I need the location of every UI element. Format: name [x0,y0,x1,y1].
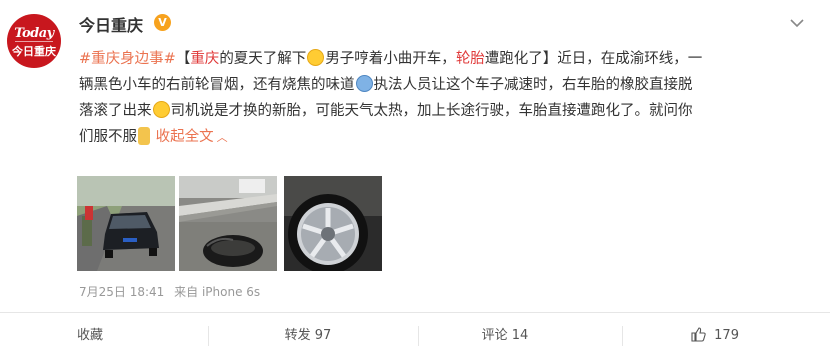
repost-button[interactable]: 转发 97 [243,313,373,360]
post-text-segment: 落滚了出来 [79,103,152,119]
post-text-segment: 遭跑化了】近日，在成渝环线，一 [484,51,703,67]
post-meta: 7月25日 18:41 来自 iPhone 6s [79,283,266,300]
comment-button[interactable]: 评论 14 [440,313,570,360]
divider [622,326,623,346]
post-text-line: 落滚了出来 司机说是才换的新胎，可能天气太热，加上长途行驶，车胎直接遭跑化了。就问… [79,98,799,124]
post-text-line: 辆黑色小车的右前轮冒烟，还有烧焦的味道 执法人员让这个车子减速时，右车胎的橡胶直接… [79,72,799,98]
chevron-up-icon[interactable]: ︿ [217,131,228,144]
post-source: 来自 iPhone 6s [174,285,261,299]
post-text-segment: 执法人员让这个车子减速时，右车胎的橡胶直接脱 [373,77,693,93]
avatar-logo-bottom: 今日重庆 [12,45,56,58]
avatar[interactable]: Today 今日重庆 [7,14,61,68]
divider [418,326,419,346]
chevron-down-icon[interactable] [786,12,808,34]
thumbs-up-icon [691,327,706,342]
like-count: 179 [714,328,739,343]
photo-wheel-rim-closeup[interactable] [284,176,382,271]
photo-tire-rubber-on-road[interactable] [179,176,277,271]
avatar-logo-top: Today [14,26,54,41]
post-text-segment: 辆黑色小车的右前轮冒烟，还有烧焦的味道 [79,77,355,93]
post-text-line: 们服不服 收起全文 ︿ [79,124,799,150]
photo-black-car-highway[interactable] [77,176,175,271]
thumb-emoji [138,127,150,145]
hashtag-link[interactable]: #重庆身边事# [79,51,176,67]
post-text: #重庆身边事#【重庆的夏天了解下 男子哼着小曲开车，轮胎遭跑化了】近日，在成渝环线… [79,46,799,150]
keyword-link[interactable]: 轮胎 [456,51,485,67]
post-text-line: #重庆身边事#【重庆的夏天了解下 男子哼着小曲开车，轮胎遭跑化了】近日，在成渝环线… [79,46,799,72]
author-name[interactable]: 今日重庆 [79,12,143,36]
post-timestamp[interactable]: 7月25日 18:41 [79,285,164,299]
action-bar: 收藏 转发 97 评论 14 179 [0,312,830,360]
weibo-post-card: Today 今日重庆 今日重庆 V #重庆身边事#【重庆的夏天了解下 男子哼着小曲… [0,0,830,360]
comment-label: 评论 14 [481,328,529,343]
laugh-emoji [152,101,170,118]
post-text-segment: 男子哼着小曲开车， [325,51,456,67]
repost-label: 转发 97 [284,328,332,343]
collapse-text-link[interactable]: 收起全文 [151,129,214,145]
divider [208,326,209,346]
favorite-label: 收藏 [76,328,103,343]
post-text-segment: 们服不服 [79,129,137,145]
verified-v-icon: V [154,14,171,31]
keyword-link[interactable]: 重庆 [190,51,219,67]
avatar-logo-divider [15,41,53,42]
laugh-emoji [307,49,325,66]
post-text-segment: 司机说是才换的新胎，可能天气太热，加上长途行驶，车胎直接遭跑化了。就问你 [170,103,693,119]
like-button[interactable]: 179 [650,313,780,360]
shock-emoji [355,75,373,92]
favorite-button[interactable]: 收藏 [40,313,140,360]
post-text-segment: 【 [175,51,191,67]
post-text-segment: 的夏天了解下 [219,51,307,67]
